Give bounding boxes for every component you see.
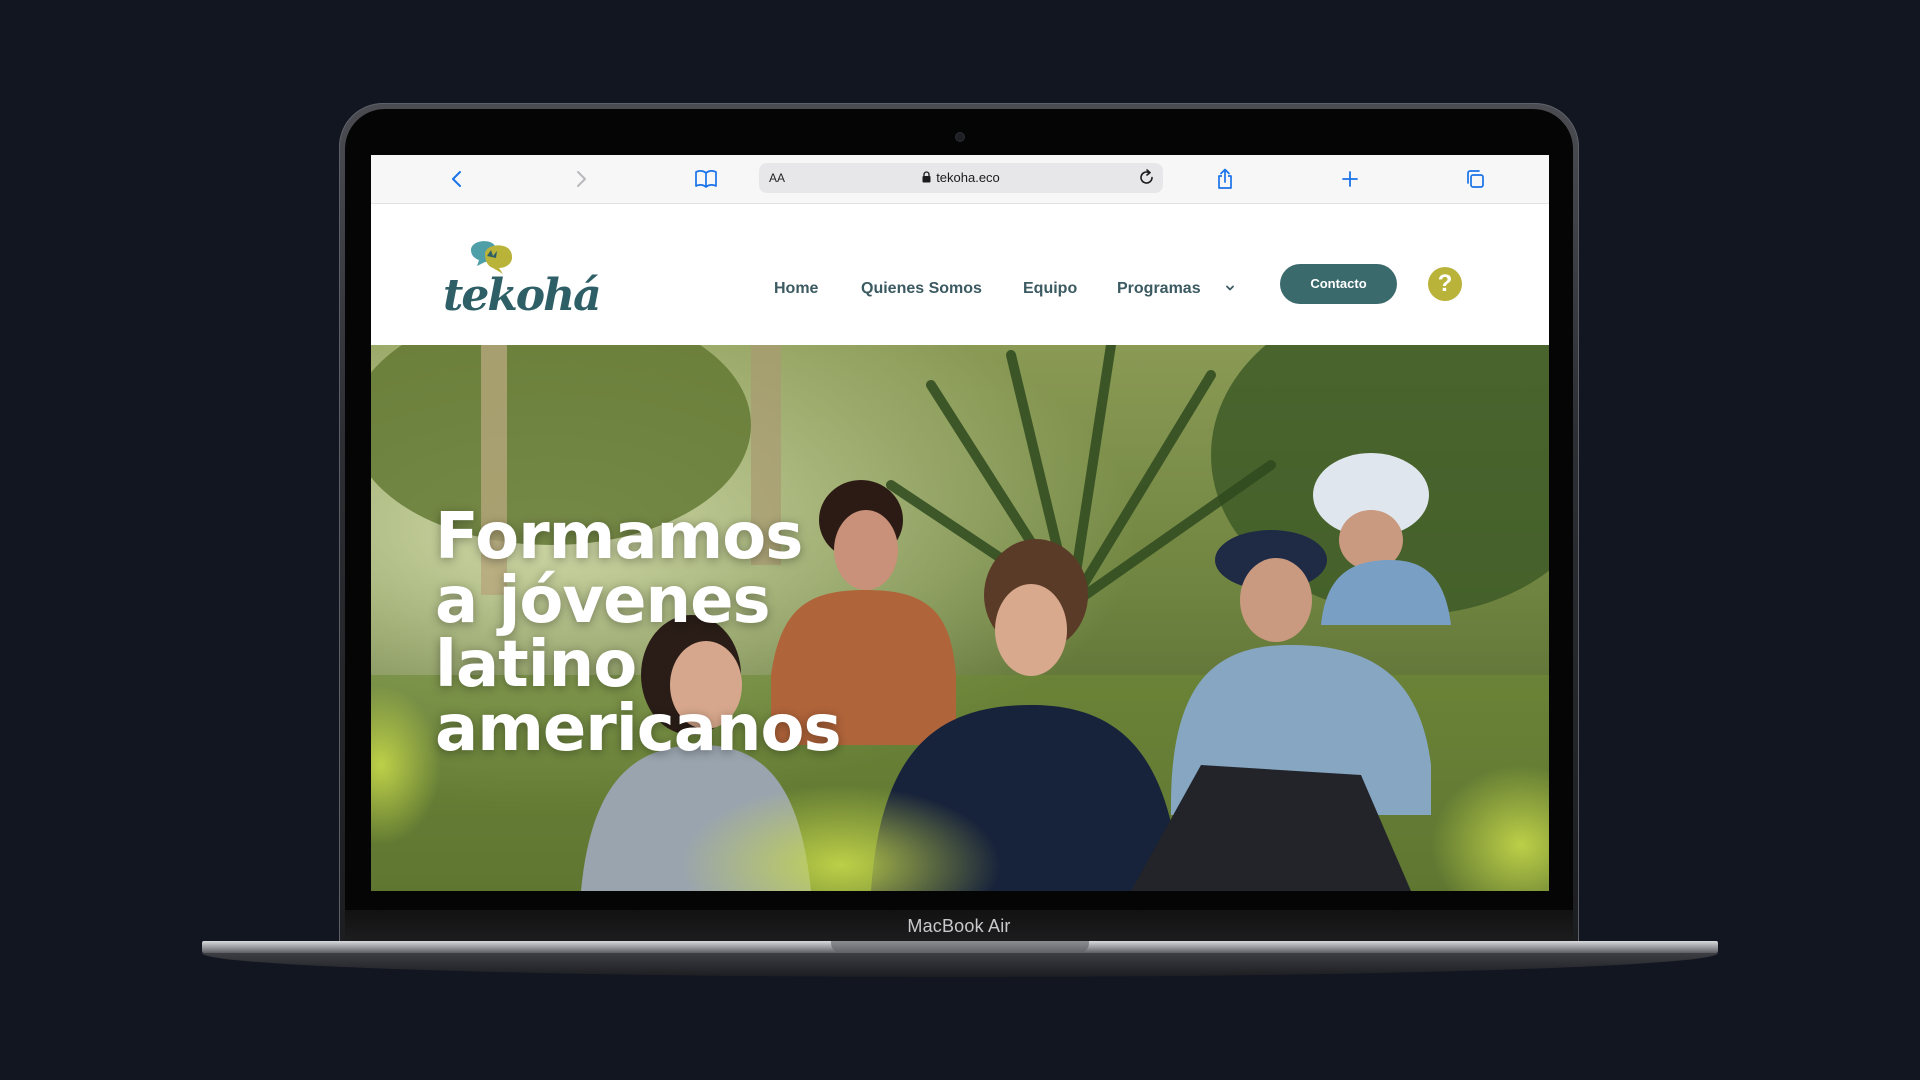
new-tab-icon [1342, 171, 1358, 187]
bookmarks-icon [695, 170, 717, 188]
new-tab-button[interactable] [1336, 165, 1364, 193]
hero-title-line: latino [435, 628, 637, 702]
site-header: tekohá Home Quienes Somos Equipo Program… [371, 204, 1549, 344]
tabs-icon [1467, 170, 1484, 188]
hero-title-line: a jóvenes [435, 564, 771, 638]
forward-icon [577, 171, 586, 187]
forward-button[interactable] [567, 165, 595, 193]
browser-toolbar: AA tekoha.eco [371, 155, 1549, 204]
screen: AA tekoha.eco tekohá Home Quienes Somos … [371, 155, 1549, 891]
nav-item-programas[interactable]: Programas [1117, 280, 1201, 298]
nav-item-quienes-somos[interactable]: Quienes Somos [861, 280, 982, 298]
laptop-notch [831, 941, 1089, 953]
hero-title-line: americanos [435, 692, 842, 766]
hero-title-line: Formamos [435, 500, 803, 574]
back-button[interactable] [443, 165, 471, 193]
url-display[interactable]: tekoha.eco [759, 170, 1163, 185]
share-icon [1218, 168, 1232, 189]
laptop-base-bottom [202, 953, 1718, 977]
camera [956, 133, 964, 141]
nav-item-home[interactable]: Home [774, 280, 818, 298]
nav-item-equipo[interactable]: Equipo [1023, 280, 1077, 298]
address-bar[interactable]: AA tekoha.eco [759, 163, 1163, 193]
tabs-button[interactable] [1461, 165, 1489, 193]
bookmarks-button[interactable] [692, 165, 720, 193]
lock-icon [922, 171, 931, 183]
contact-button[interactable]: Contacto [1280, 264, 1397, 304]
device-label: MacBook Air [907, 916, 1011, 936]
reload-icon[interactable] [1138, 169, 1155, 186]
url-text: tekoha.eco [936, 170, 1000, 185]
chevron-down-icon[interactable] [1224, 282, 1236, 294]
hero-section: Formamos a jóvenes latino americanos [371, 345, 1549, 891]
share-button[interactable] [1211, 165, 1239, 193]
help-icon[interactable]: ? [1428, 267, 1462, 301]
back-icon [452, 171, 461, 187]
hero-title: Formamos a jóvenes latino americanos [435, 505, 1035, 761]
